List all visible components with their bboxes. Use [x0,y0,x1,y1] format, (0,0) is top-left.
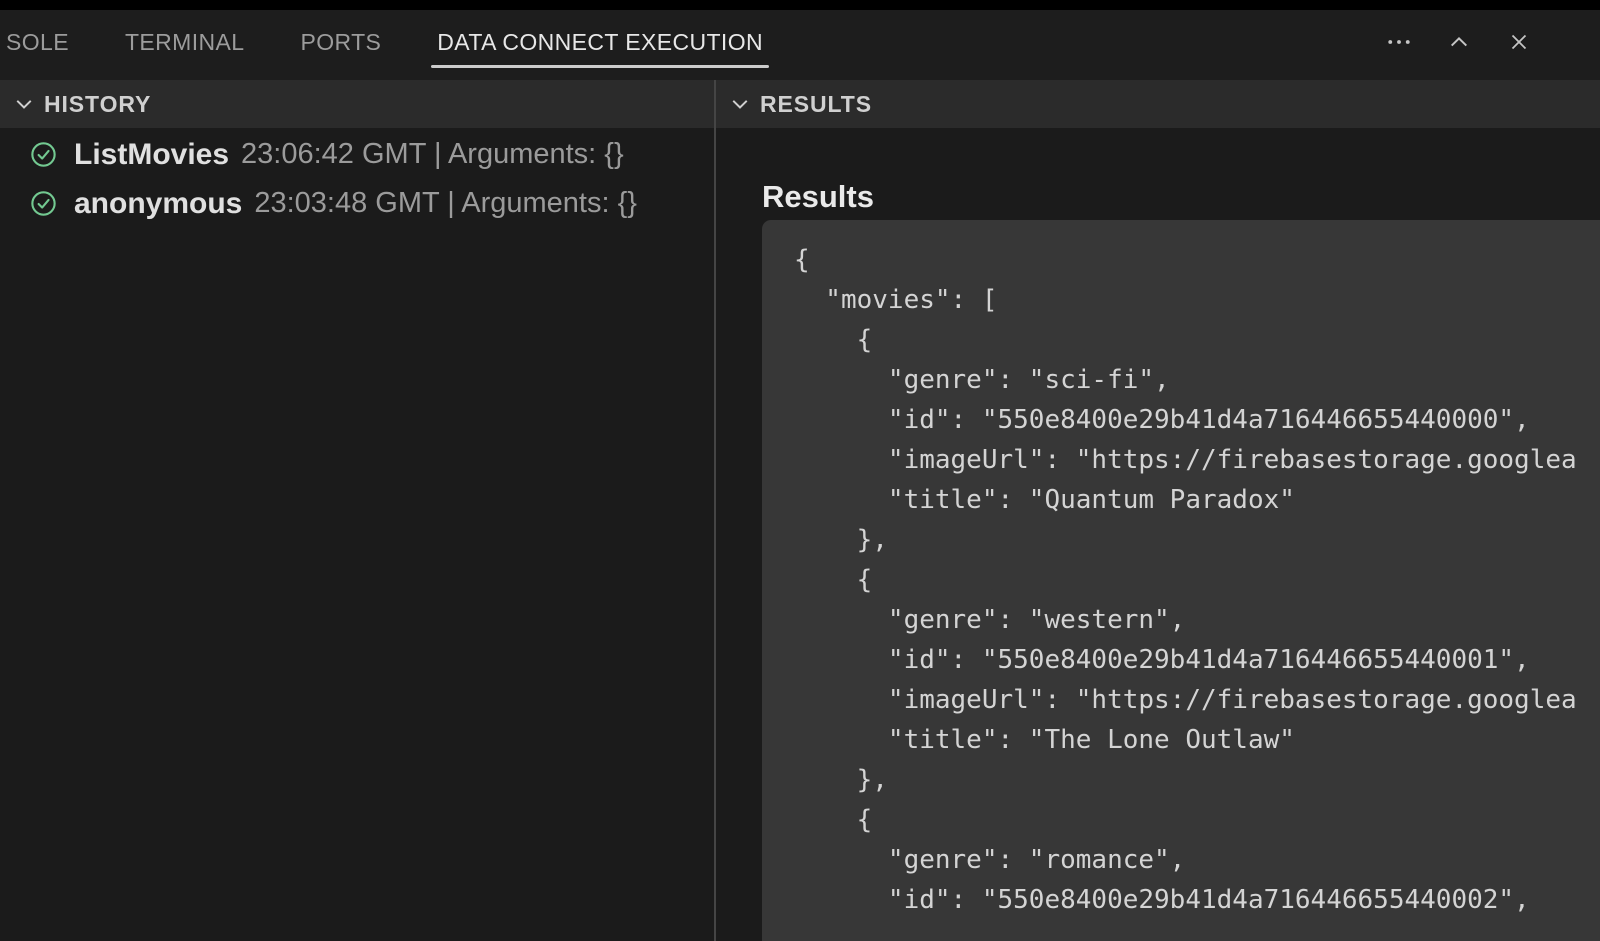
maximize-panel-button[interactable] [1444,27,1474,57]
more-actions-icon [1385,28,1413,56]
bottom-panel: SOLE TERMINAL PORTS DATA CONNECT EXECUTI… [0,0,1600,941]
history-item[interactable]: anonymous 23:03:48 GMT | Arguments: {} [0,179,714,228]
results-heading: Results [762,178,1600,215]
tab-label: PORTS [300,29,381,56]
pass-check-icon [30,141,57,168]
history-item-meta: 23:03:48 GMT | Arguments: {} [254,187,637,220]
tab-label: TERMINAL [125,29,245,56]
panel-tab-bar: SOLE TERMINAL PORTS DATA CONNECT EXECUTI… [0,10,1600,80]
results-section-header[interactable]: RESULTS [716,80,1600,128]
chevron-down-icon [728,92,752,116]
panel-body: HISTORY ListMovies 23:06:42 GMT | Argume… [0,80,1600,941]
history-item[interactable]: ListMovies 23:06:42 GMT | Arguments: {} [0,130,714,179]
pass-check-icon [30,190,57,217]
tab-data-connect-execution[interactable]: DATA CONNECT EXECUTION [431,10,769,80]
results-title: RESULTS [760,91,872,118]
close-panel-button[interactable] [1504,27,1534,57]
tab-label: DATA CONNECT EXECUTION [437,29,763,56]
tab-label: SOLE [6,29,69,56]
tab-console-truncated[interactable]: SOLE [0,10,75,80]
history-list: ListMovies 23:06:42 GMT | Arguments: {} … [0,128,714,941]
close-icon [1506,29,1532,55]
panel-tabs: SOLE TERMINAL PORTS DATA CONNECT EXECUTI… [0,10,769,80]
history-title: HISTORY [44,91,151,118]
chevron-up-icon [1446,29,1472,55]
history-section-header[interactable]: HISTORY [0,80,714,128]
tab-ports[interactable]: PORTS [294,10,387,80]
history-panel: HISTORY ListMovies 23:06:42 GMT | Argume… [0,80,714,941]
tab-terminal[interactable]: TERMINAL [119,10,251,80]
history-item-meta: 23:06:42 GMT | Arguments: {} [241,138,624,171]
results-json-output[interactable]: { "movies": [ { "genre": "sci-fi", "id":… [762,220,1600,941]
chevron-down-icon [12,92,36,116]
more-actions-button[interactable] [1384,27,1414,57]
history-item-name: ListMovies [74,138,229,172]
results-content: Results { "movies": [ { "genre": "sci-fi… [716,128,1600,941]
editor-edge-strip [0,0,1600,10]
results-panel: RESULTS Results { "movies": [ { "genre":… [716,80,1600,941]
history-item-name: anonymous [74,187,242,221]
panel-actions [1384,27,1600,63]
